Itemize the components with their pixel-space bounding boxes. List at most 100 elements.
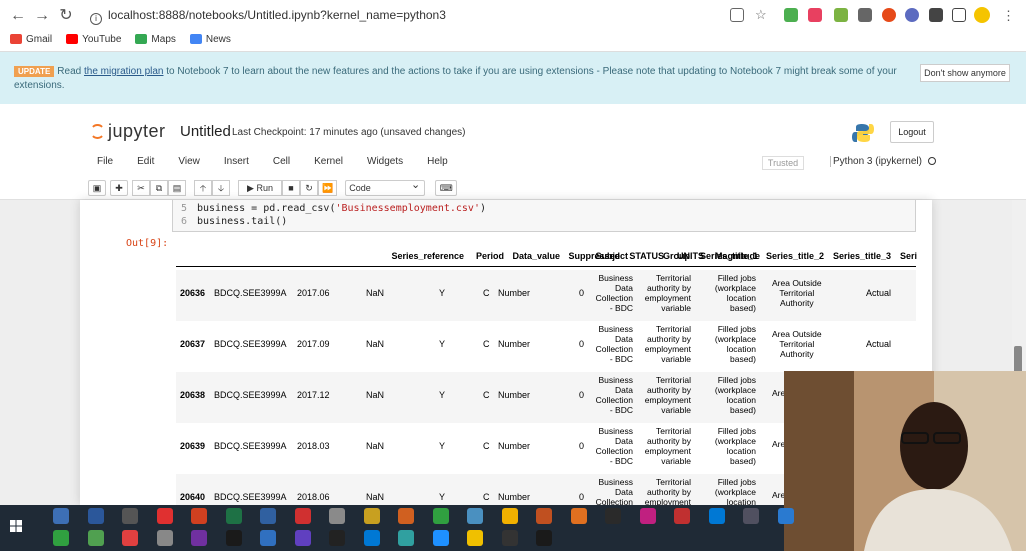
taskbar-app-icon[interactable] bbox=[605, 508, 621, 524]
taskbar-app-icon[interactable] bbox=[432, 508, 449, 524]
taskbar-app-icon[interactable] bbox=[432, 530, 449, 546]
windows-start-icon[interactable] bbox=[10, 520, 22, 532]
taskbar-app-icon[interactable] bbox=[294, 508, 311, 524]
menu-help[interactable]: Help bbox=[427, 156, 448, 167]
extension-icon[interactable] bbox=[808, 8, 822, 22]
logout-button[interactable]: Logout bbox=[890, 121, 934, 143]
taskbar-app-icon[interactable] bbox=[53, 530, 69, 546]
taskbar-app-icon[interactable] bbox=[53, 508, 69, 524]
taskbar-app-icon[interactable] bbox=[743, 508, 759, 524]
taskbar-app-icon[interactable] bbox=[260, 530, 276, 546]
insert-cell-icon[interactable]: ✚ bbox=[110, 180, 128, 196]
extension-icon[interactable] bbox=[834, 8, 848, 22]
cell-subject: Business Data Collection bbox=[595, 477, 633, 507]
taskbar-app-icon[interactable] bbox=[156, 530, 173, 546]
cell-magnitude: 0 bbox=[579, 339, 585, 349]
taskbar-app-icon[interactable] bbox=[87, 530, 104, 546]
menu-kernel[interactable]: Kernel bbox=[314, 156, 343, 167]
taskbar-app-icon[interactable] bbox=[191, 508, 207, 524]
cell-group: Territorial authority by employment variabl… bbox=[644, 273, 691, 313]
taskbar-app-icon[interactable] bbox=[467, 508, 483, 524]
menu-icon[interactable]: ⋮ bbox=[1002, 8, 1015, 24]
extension-icon[interactable] bbox=[905, 8, 919, 22]
move-up-icon[interactable]: 🡡 bbox=[194, 180, 212, 196]
header-rule bbox=[176, 266, 916, 267]
paste-icon[interactable]: ▤ bbox=[168, 180, 186, 196]
bookmark-youtube[interactable]: YouTube bbox=[66, 31, 121, 47]
reload-icon[interactable]: ↻ bbox=[57, 7, 75, 25]
menu-edit[interactable]: Edit bbox=[137, 156, 154, 167]
taskbar-app-icon[interactable] bbox=[329, 508, 345, 524]
menu-widgets[interactable]: Widgets bbox=[367, 156, 403, 167]
menu-insert[interactable]: Insert bbox=[224, 156, 249, 167]
back-icon[interactable]: ← bbox=[9, 7, 27, 25]
cell-series-title-3: Actual bbox=[866, 288, 892, 298]
taskbar-app-icon[interactable] bbox=[87, 508, 104, 524]
taskbar-app-icon[interactable] bbox=[467, 530, 483, 546]
taskbar-app-icon[interactable] bbox=[398, 508, 414, 524]
trusted-indicator[interactable]: Trusted bbox=[762, 156, 804, 170]
cell-type-select[interactable]: Code bbox=[345, 178, 426, 196]
bookmark-gmail[interactable]: Gmail bbox=[10, 31, 52, 47]
restart-run-all-icon[interactable]: ⏩ bbox=[318, 180, 338, 196]
code-cell-input[interactable]: 5 business = pd.read_csv('Businessemploym… bbox=[172, 200, 916, 232]
scrollbar-thumb[interactable] bbox=[1014, 346, 1022, 374]
taskbar-app-icon[interactable] bbox=[294, 530, 311, 546]
taskbar-app-icon[interactable] bbox=[329, 530, 345, 546]
avatar[interactable] bbox=[974, 7, 990, 23]
share-icon[interactable] bbox=[730, 8, 744, 22]
save-icon[interactable]: ▣ bbox=[88, 180, 106, 196]
extension-icon[interactable] bbox=[882, 8, 896, 22]
windows-taskbar bbox=[0, 505, 784, 551]
taskbar-app-icon[interactable] bbox=[156, 508, 173, 524]
code-line: 6 business.tail() bbox=[181, 216, 288, 227]
taskbar-app-icon[interactable] bbox=[777, 508, 794, 524]
keyboard-icon[interactable]: ⌨ bbox=[435, 180, 458, 196]
taskbar-app-icon[interactable] bbox=[260, 508, 276, 524]
menu-view[interactable]: View bbox=[178, 156, 200, 167]
taskbar-app-icon[interactable] bbox=[639, 508, 656, 524]
taskbar-app-icon[interactable] bbox=[501, 530, 518, 546]
taskbar-app-icon[interactable] bbox=[363, 508, 380, 524]
cut-icon[interactable]: ✂ bbox=[132, 180, 150, 196]
interrupt-icon[interactable]: ■ bbox=[282, 180, 300, 196]
menu-file[interactable]: File bbox=[97, 156, 113, 167]
cell-series-title-2: Area Outside Territorial Authority bbox=[772, 278, 822, 308]
taskbar-app-icon[interactable] bbox=[570, 508, 587, 524]
taskbar-app-icon[interactable] bbox=[708, 508, 725, 524]
bookmark-maps[interactable]: Maps bbox=[135, 31, 176, 47]
taskbar-app-icon[interactable] bbox=[674, 508, 690, 524]
notebook-title[interactable]: Untitled bbox=[180, 123, 231, 140]
taskbar-app-icon[interactable] bbox=[398, 530, 414, 546]
migration-plan-link[interactable]: the migration plan bbox=[84, 66, 164, 77]
jupyter-logo[interactable]: jupyter bbox=[90, 121, 166, 142]
taskbar-app-icon[interactable] bbox=[363, 530, 380, 546]
column-header: Seri bbox=[900, 251, 918, 261]
move-down-icon[interactable]: 🡣 bbox=[212, 180, 230, 196]
cell-series-reference: BDCQ.SEE3999A bbox=[214, 390, 287, 400]
taskbar-app-icon[interactable] bbox=[225, 508, 242, 524]
taskbar-app-icon[interactable] bbox=[225, 530, 242, 546]
taskbar-app-icon[interactable] bbox=[536, 530, 552, 546]
taskbar-app-icon[interactable] bbox=[536, 508, 552, 524]
sidebar-icon[interactable] bbox=[952, 8, 966, 22]
star-icon[interactable]: ☆ bbox=[755, 8, 769, 22]
cell-units: Number bbox=[498, 339, 531, 349]
copy-icon[interactable]: ⧉ bbox=[150, 180, 168, 196]
restart-icon[interactable]: ↻ bbox=[300, 180, 318, 196]
taskbar-app-icon[interactable] bbox=[122, 508, 138, 524]
dont-show-anymore-button[interactable]: Don't show anymore bbox=[920, 64, 1010, 82]
cell-magnitude: 0 bbox=[579, 288, 585, 298]
taskbar-app-icon[interactable] bbox=[501, 508, 518, 524]
run-button[interactable]: ▶ Run bbox=[238, 180, 282, 196]
extension-icon[interactable] bbox=[784, 8, 798, 22]
taskbar-app-icon[interactable] bbox=[191, 530, 207, 546]
taskbar-app-icon[interactable] bbox=[122, 530, 138, 546]
extension-icon[interactable] bbox=[858, 8, 872, 22]
forward-icon[interactable]: → bbox=[33, 7, 51, 25]
address-bar[interactable]: i localhost:8888/notebooks/Untitled.ipynb… bbox=[90, 4, 710, 26]
puzzle-icon[interactable] bbox=[929, 8, 943, 22]
cell-data-value: NaN bbox=[366, 441, 385, 451]
bookmark-news[interactable]: News bbox=[189, 31, 231, 47]
menu-cell[interactable]: Cell bbox=[273, 156, 290, 167]
